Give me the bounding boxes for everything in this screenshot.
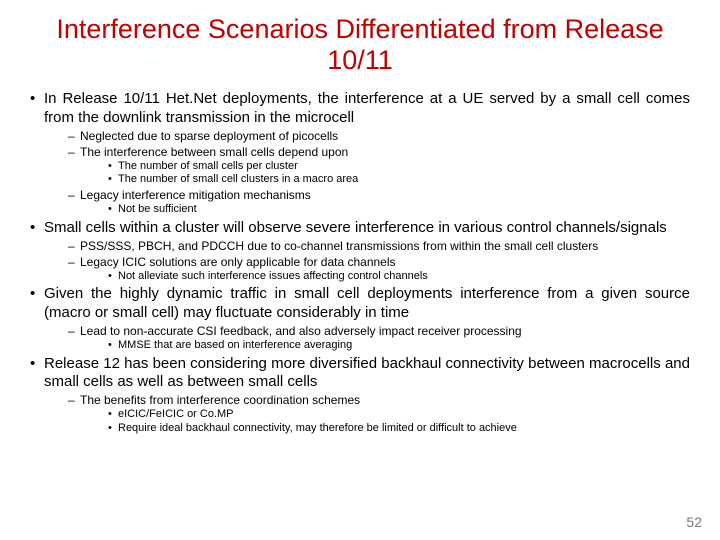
bullet-3: Given the highly dynamic traffic in smal… [30, 285, 690, 352]
bullet-1-sub-3-text: Legacy interference mitigation mechanism… [80, 188, 311, 202]
page-number: 52 [686, 514, 702, 530]
bullet-1-sub-1: Neglected due to sparse deployment of pi… [68, 129, 690, 144]
bullet-3-text: Given the highly dynamic traffic in smal… [44, 285, 690, 321]
bullet-4-sub-1a: eICIC/FeICIC or Co.MP [100, 408, 690, 422]
bullet-4-sub-1: The benefits from interference coordinat… [68, 393, 690, 436]
slide: Interference Scenarios Differentiated fr… [0, 0, 720, 540]
bullet-1-sub-2b: The number of small cell clusters in a m… [100, 173, 690, 187]
bullet-4-sub-1b: Require ideal backhaul connectivity, may… [100, 422, 690, 436]
bullet-2: Small cells within a cluster will observ… [30, 219, 690, 284]
bullet-1-sub-2: The interference between small cells dep… [68, 145, 690, 188]
bullet-1: In Release 10/11 Het.Net deployments, th… [30, 90, 690, 217]
bullet-2-sub-2a: Not alleviate such interference issues a… [100, 270, 690, 284]
bullet-1-sub-3: Legacy interference mitigation mechanism… [68, 188, 690, 217]
slide-title: Interference Scenarios Differentiated fr… [30, 14, 690, 76]
bullet-3-sub-1: Lead to non-accurate CSI feedback, and a… [68, 324, 690, 353]
bullet-4-sub-1-text: The benefits from interference coordinat… [80, 393, 360, 407]
bullet-4: Release 12 has been considering more div… [30, 355, 690, 436]
bullet-1-text: In Release 10/11 Het.Net deployments, th… [44, 90, 690, 126]
bullet-2-sub-2: Legacy ICIC solutions are only applicabl… [68, 255, 690, 284]
bullet-3-sub-1a: MMSE that are based on interference aver… [100, 339, 690, 353]
bullet-list: In Release 10/11 Het.Net deployments, th… [30, 90, 690, 436]
bullet-1-sub-3a: Not be sufficient [100, 203, 690, 217]
bullet-2-sub-2-text: Legacy ICIC solutions are only applicabl… [80, 255, 396, 269]
bullet-2-sub-1: PSS/SSS, PBCH, and PDCCH due to co-chann… [68, 239, 690, 254]
bullet-1-sub-2-text: The interference between small cells dep… [80, 145, 348, 159]
bullet-3-sub-1-text: Lead to non-accurate CSI feedback, and a… [80, 324, 522, 338]
bullet-1-sub-2a: The number of small cells per cluster [100, 160, 690, 174]
bullet-4-text: Release 12 has been considering more div… [44, 355, 690, 391]
bullet-2-text: Small cells within a cluster will observ… [44, 219, 667, 236]
